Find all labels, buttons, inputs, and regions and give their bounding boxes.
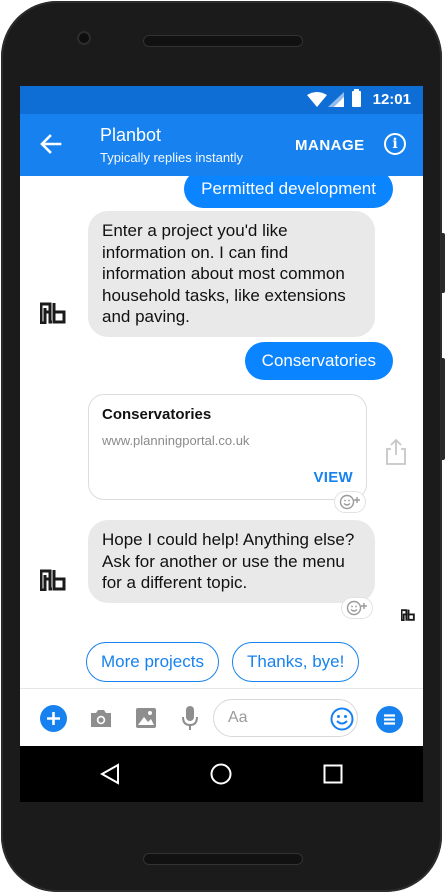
status-bar: 12:01 <box>20 86 423 114</box>
message-input-box[interactable] <box>213 699 358 737</box>
back-arrow-icon[interactable] <box>40 133 62 155</box>
card-title: Conservatories <box>102 406 212 423</box>
chat-title: Planbot <box>100 125 162 145</box>
camera-icon[interactable] <box>89 708 113 728</box>
planbot-avatar-icon <box>33 292 73 332</box>
share-icon[interactable] <box>384 438 408 466</box>
status-time: 12:01 <box>372 91 411 108</box>
quick-reply-thanks-bye[interactable]: Thanks, bye! <box>232 642 360 682</box>
message-list[interactable]: Permitted development Enter a project yo… <box>20 176 423 688</box>
quick-reply-more-projects[interactable]: More projects <box>86 642 219 682</box>
link-card[interactable]: Conservatories www.planningportal.co.uk … <box>88 394 367 500</box>
emoji-icon[interactable] <box>330 707 354 731</box>
microphone-icon[interactable] <box>182 705 198 731</box>
view-button[interactable]: VIEW <box>313 469 353 486</box>
image-icon[interactable] <box>135 707 157 729</box>
screen: 12:01 Planbot Typically replies instantl… <box>20 86 423 802</box>
back-triangle-icon[interactable] <box>100 763 120 785</box>
chat-subtitle: Typically replies instantly <box>100 150 244 165</box>
volume-button <box>441 233 445 293</box>
incoming-message[interactable]: Hope I could help! Anything else? Ask fo… <box>88 520 375 603</box>
info-icon[interactable]: i <box>384 133 406 155</box>
android-nav-bar <box>20 746 423 802</box>
add-reaction-button[interactable] <box>335 492 365 512</box>
recents-square-icon[interactable] <box>323 764 343 784</box>
add-reaction-button[interactable] <box>342 598 372 618</box>
power-button <box>441 358 445 460</box>
wifi-icon <box>307 92 327 107</box>
planbot-avatar-icon <box>33 559 73 599</box>
composer-bar <box>20 688 423 747</box>
add-reaction-icon <box>346 600 367 616</box>
plus-icon[interactable] <box>40 705 67 732</box>
home-circle-icon[interactable] <box>210 763 232 785</box>
manage-button[interactable]: MANAGE <box>295 137 365 154</box>
incoming-message[interactable]: Enter a project you'd like information o… <box>88 211 375 337</box>
add-reaction-icon <box>339 494 360 510</box>
bottom-speaker <box>143 853 303 865</box>
card-url: www.planningportal.co.uk <box>102 433 250 448</box>
menu-icon[interactable] <box>376 706 403 733</box>
battery-icon <box>352 89 361 107</box>
outgoing-message[interactable]: Permitted development <box>184 176 393 208</box>
front-camera <box>77 31 91 45</box>
top-speaker <box>143 35 303 47</box>
app-bar: Planbot Typically replies instantly MANA… <box>20 114 423 176</box>
message-input[interactable] <box>226 708 325 728</box>
outgoing-message[interactable]: Conservatories <box>244 342 393 380</box>
seen-avatar-icon <box>401 609 415 621</box>
signal-icon <box>328 92 344 107</box>
